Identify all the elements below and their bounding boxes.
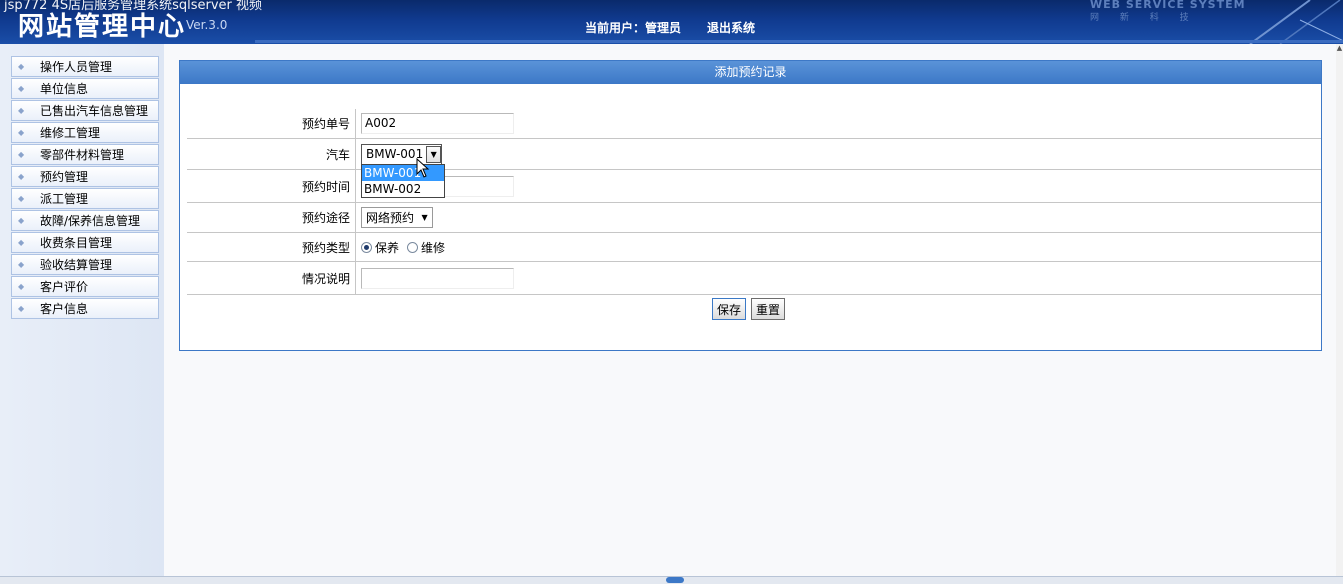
remarks-input[interactable] (361, 267, 514, 289)
car-option-bmw-002[interactable]: BMW-002 (362, 181, 444, 197)
sidebar-item-label: 验收结算管理 (40, 258, 113, 272)
site-logo: 网站管理中心 (18, 12, 187, 42)
time-label: 预约时间 (187, 170, 356, 202)
sidebar-item-operators[interactable]: ◆ 操作人员管理 (11, 56, 159, 77)
car-select-value: BMW-001 (366, 147, 424, 161)
radio-repair-label: 维修 (421, 240, 446, 255)
car-label: 汽车 (187, 139, 356, 169)
sidebar: ◆ 操作人员管理 ◆ 单位信息 ◆ 已售出汽车信息管理 ◆ 维修工管理 ◆ 零部件材料管理… (0, 44, 164, 584)
progress-thumb[interactable] (666, 577, 684, 583)
remarks-label: 情况说明 (187, 262, 356, 294)
current-user-label: 当前用户：管理员 (585, 21, 682, 35)
sidebar-item-parts[interactable]: ◆ 零部件材料管理 (11, 144, 159, 165)
radio-maintenance[interactable]: 保养 (361, 239, 399, 256)
scroll-up-icon[interactable]: ▲ (1336, 44, 1343, 56)
header-decoration-icon (1249, 0, 1343, 44)
sidebar-item-label: 已售出汽车信息管理 (40, 104, 149, 118)
form-row-channel: 预约途径 网络预约 ▼ (187, 203, 1321, 233)
car-select[interactable]: BMW-001 ▼ (361, 143, 443, 165)
bullet-icon: ◆ (18, 216, 25, 225)
form-row-order-no: 预约单号 A002 (187, 109, 1321, 139)
sidebar-item-label: 收费条目管理 (40, 236, 113, 250)
sidebar-item-label: 故障/保养信息管理 (40, 214, 141, 228)
bullet-icon: ◆ (18, 150, 25, 159)
sidebar-item-label: 维修工管理 (40, 126, 101, 140)
bullet-icon: ◆ (18, 260, 25, 269)
channel-select[interactable]: 网络预约 ▼ (361, 207, 434, 228)
form-row-car: 汽车 BMW-001 ▼ (187, 139, 1321, 170)
car-option-bmw-001[interactable]: BMW-001 (362, 165, 444, 181)
sidebar-item-label: 客户评价 (40, 280, 89, 294)
form-row-remarks: 情况说明 (187, 262, 1321, 295)
brand-subtext: 网 新 科 技 (1090, 13, 1189, 23)
radio-maintenance-label: 保养 (375, 240, 400, 255)
form-row-type: 预约类型 保养 维修 (187, 233, 1321, 262)
bullet-icon: ◆ (18, 194, 25, 203)
panel-title: 添加预约记录 (180, 61, 1321, 84)
bullet-icon: ◆ (18, 62, 25, 71)
channel-label: 预约途径 (187, 203, 356, 232)
sidebar-item-appointments[interactable]: ◆ 预约管理 (11, 166, 159, 187)
sidebar-item-label: 零部件材料管理 (40, 148, 125, 162)
radio-checked-icon[interactable] (361, 241, 372, 253)
sidebar-item-label: 客户信息 (40, 302, 89, 316)
channel-select-value: 网络预约 (366, 211, 415, 225)
bullet-icon: ◆ (18, 282, 25, 291)
order-no-label: 预约单号 (187, 109, 356, 138)
form-buttons: 保存 重置 (712, 298, 786, 320)
sidebar-item-faults[interactable]: ◆ 故障/保养信息管理 (11, 210, 159, 231)
save-button[interactable]: 保存 (712, 298, 747, 320)
radio-unchecked-icon[interactable] (407, 241, 419, 253)
sidebar-item-reviews[interactable]: ◆ 客户评价 (11, 276, 159, 297)
sidebar-menu: ◆ 操作人员管理 ◆ 单位信息 ◆ 已售出汽车信息管理 ◆ 维修工管理 ◆ 零部件材料管理… (11, 56, 159, 320)
sidebar-item-label: 预约管理 (40, 170, 89, 184)
bullet-icon: ◆ (18, 238, 25, 247)
appointment-form: 预约单号 A002 汽车 BMW-001 ▼ 预约时间 预约途径 网络预约 ▼ (187, 109, 1321, 295)
sidebar-item-sold-cars[interactable]: ◆ 已售出汽车信息管理 (11, 100, 159, 121)
logout-link[interactable]: 退出系统 (707, 19, 755, 36)
car-dropdown-list: BMW-001 BMW-002 (361, 164, 445, 198)
sidebar-item-settlement[interactable]: ◆ 验收结算管理 (11, 254, 159, 275)
sidebar-item-mechanics[interactable]: ◆ 维修工管理 (11, 122, 159, 143)
bottom-progress-bar (0, 576, 1343, 584)
sidebar-item-label: 单位信息 (40, 82, 89, 96)
type-label: 预约类型 (187, 233, 356, 261)
mouse-cursor-icon (416, 158, 430, 178)
sidebar-item-company[interactable]: ◆ 单位信息 (11, 78, 159, 99)
bullet-icon: ◆ (18, 304, 25, 313)
radio-repair[interactable]: 维修 (407, 239, 445, 256)
reset-button[interactable]: 重置 (751, 298, 786, 320)
form-row-time: 预约时间 (187, 170, 1321, 203)
order-no-input[interactable]: A002 (361, 113, 514, 134)
version-label: Ver.3.0 (186, 18, 228, 32)
bullet-icon: ◆ (18, 128, 25, 137)
sidebar-item-dispatch[interactable]: ◆ 派工管理 (11, 188, 159, 209)
header-bar: jsp772 4S店后服务管理系统sqlserver 视频 网站管理中心 Ver… (0, 0, 1343, 44)
add-appointment-panel: 添加预约记录 预约单号 A002 汽车 BMW-001 ▼ 预约时间 预约途径 … (179, 60, 1322, 351)
bullet-icon: ◆ (18, 84, 25, 93)
header-underline (255, 40, 1343, 43)
sidebar-item-label: 操作人员管理 (40, 60, 113, 74)
bullet-icon: ◆ (18, 172, 25, 181)
sidebar-item-charges[interactable]: ◆ 收费条目管理 (11, 232, 159, 253)
bullet-icon: ◆ (18, 106, 25, 115)
vertical-scrollbar[interactable]: ▲ (1336, 44, 1343, 584)
chevron-down-icon[interactable]: ▼ (417, 208, 432, 227)
sidebar-item-label: 派工管理 (40, 192, 89, 206)
sidebar-item-customers[interactable]: ◆ 客户信息 (11, 298, 159, 319)
